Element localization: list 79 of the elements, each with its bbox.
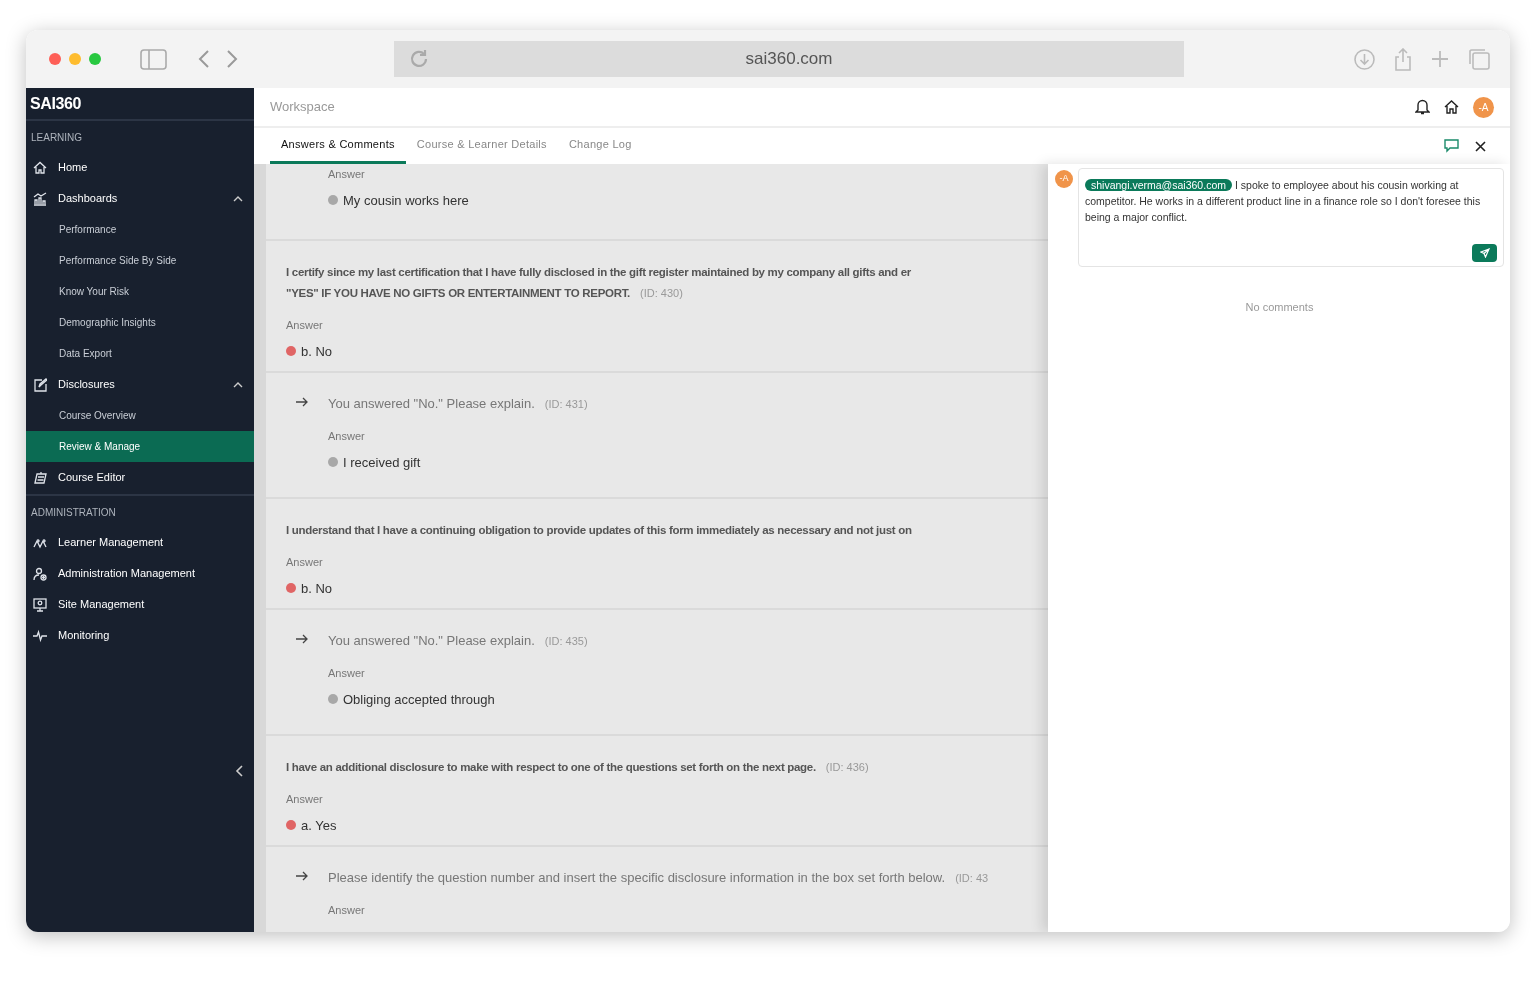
home-icon[interactable] — [1444, 100, 1459, 114]
send-button[interactable] — [1472, 244, 1497, 262]
tabs-overview-icon[interactable] — [1468, 48, 1490, 70]
arrow-right-icon — [296, 634, 308, 644]
sidebar-toggle-icon[interactable] — [140, 48, 167, 70]
question-text: I understand that I have a continuing obligation to provide updates of this form immediately as necessary and not just on — [286, 524, 912, 536]
logo-text: SAI360 — [30, 93, 81, 114]
user-add-icon — [33, 566, 47, 581]
comment-text: shivangi.verma@sai360.com I spoke to employee about his cousin working at competitor. He works in a different product line in a finance role so I don't foresee this being a major conflict. — [1085, 178, 1482, 225]
question-id: (ID: 431) — [544, 398, 588, 410]
pulse-icon — [33, 628, 47, 643]
close-icon[interactable] — [1475, 140, 1486, 152]
send-icon — [1479, 248, 1490, 258]
chevron-up-icon[interactable] — [233, 195, 243, 202]
sidebar-item[interactable]: Data Export — [26, 338, 254, 369]
user-avatar: -A — [1055, 170, 1073, 188]
arrow-right-icon — [296, 871, 308, 881]
new-tab-icon[interactable] — [1431, 50, 1449, 68]
followup-question-text: Please identify the question number and insert the specific disclosure information in the box set forth below. — [328, 870, 946, 885]
sidebar-item[interactable]: Know Your Risk — [26, 276, 254, 307]
tab[interactable]: Change Log — [557, 128, 643, 164]
question-id: (ID: 435) — [544, 635, 588, 647]
share-icon[interactable] — [1394, 47, 1412, 71]
question-id: (ID: 43 — [955, 872, 989, 884]
chevron-up-icon[interactable] — [233, 381, 243, 388]
question-text: "YES" IF YOU HAVE NO GIFTS OR ENTERTAINMENT TO REPORT. — [286, 287, 630, 299]
reload-icon[interactable] — [409, 49, 429, 69]
notification-bell-icon[interactable] — [1415, 99, 1430, 115]
edit-icon — [33, 377, 47, 392]
sidebar-item[interactable]: Review & Manage — [26, 431, 254, 462]
bar-chart-icon — [33, 191, 47, 206]
answer-text: My cousin works here — [343, 191, 469, 210]
answer-label: Answer — [286, 555, 324, 570]
sidebar-item[interactable]: Course Overview — [26, 400, 254, 431]
monitor-icon — [33, 597, 47, 612]
answer-text: b. No — [301, 342, 333, 361]
collapse-sidebar-icon[interactable] — [235, 765, 243, 777]
answer-label: Answer — [328, 666, 366, 681]
answer-text: b. No — [301, 579, 333, 598]
sidebar-item[interactable]: Administration Management — [26, 558, 254, 589]
followup-question-text: You answered "No." Please explain. — [328, 633, 535, 648]
answer-label: Answer — [286, 318, 324, 333]
comment-input-field[interactable]: shivangi.verma@sai360.com I spoke to employee about his cousin working at competitor. He works in a different product line in a finance role so I don't foresee this being a major conflict. — [1078, 168, 1504, 267]
home-icon — [33, 160, 47, 175]
url-text: sai360.com — [745, 48, 833, 71]
answer-text: I received gift — [343, 453, 421, 472]
empty-comments-text: No comments — [1244, 300, 1315, 315]
sidebar-item[interactable]: Home — [26, 152, 254, 183]
answer-label: Answer — [286, 792, 324, 807]
question-id: (ID: 436) — [825, 761, 869, 773]
user-mention-link[interactable]: shivangi.verma@sai360.com — [1085, 179, 1232, 191]
answer-text: Obliging accepted through — [343, 690, 495, 709]
arrow-right-icon — [296, 397, 308, 407]
sidebar-item[interactable]: Learner Management — [26, 527, 254, 558]
sidebar-item[interactable]: Course Editor — [26, 462, 254, 493]
address-bar[interactable]: sai360.com — [394, 41, 1184, 77]
comment-icon[interactable] — [1444, 139, 1459, 153]
page-title: Workspace — [270, 98, 335, 117]
followup-question-text: You answered "No." Please explain. — [328, 396, 535, 411]
section-heading: LEARNING — [30, 131, 84, 145]
answer-label: Answer — [328, 903, 366, 918]
question-text: I have an additional disclosure to make with respect to one of the questions set forth on the next page. — [286, 761, 816, 773]
section-heading: ADMINISTRATION — [30, 506, 117, 520]
download-icon[interactable] — [1354, 48, 1375, 70]
sidebar-item[interactable]: Performance Side By Side — [26, 245, 254, 276]
question-id: (ID: 430) — [640, 287, 683, 299]
forward-icon[interactable] — [226, 49, 238, 69]
answer-text: a. Yes — [301, 816, 337, 835]
sidebar-item[interactable]: Performance — [26, 214, 254, 245]
answer-label: Answer — [328, 429, 366, 444]
back-icon[interactable] — [198, 49, 210, 69]
tab[interactable]: Course & Learner Details — [405, 128, 558, 164]
sidebar-item[interactable]: Demographic Insights — [26, 307, 254, 338]
sidebar-item[interactable]: Dashboards — [26, 183, 254, 214]
question-text: I certify since my last certification that I have fully disclosed in the gift register maintained by my company all gifts and er — [286, 266, 911, 278]
sidebar-item[interactable]: Site Management — [26, 589, 254, 620]
sidebar-item[interactable]: Monitoring — [26, 620, 254, 651]
sidebar-item[interactable]: Disclosures — [26, 369, 254, 400]
answer-label: Answer — [328, 167, 366, 182]
